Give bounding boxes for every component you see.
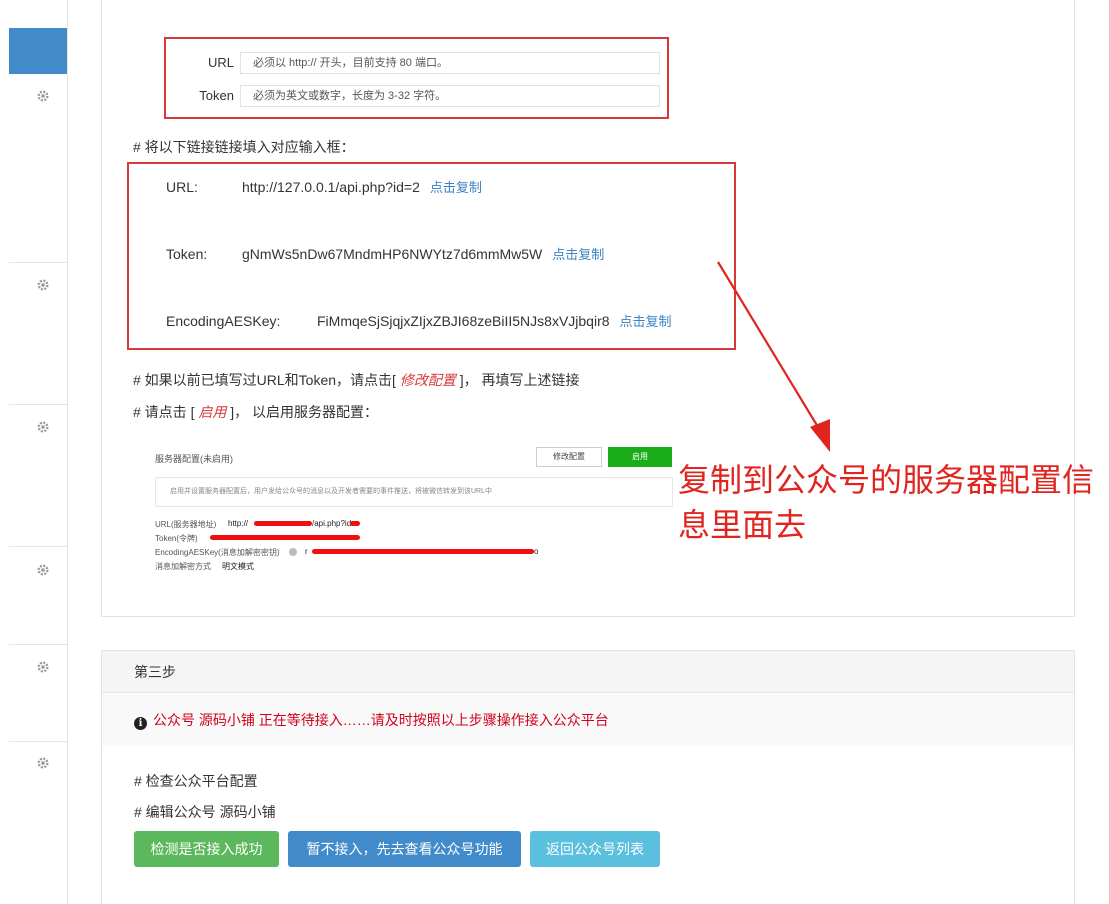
server-url-prefix: http:// <box>228 519 249 528</box>
aes-link-key: EncodingAESKey: <box>166 313 281 329</box>
sidebar-divider <box>9 741 67 742</box>
token-label: Token <box>199 88 234 103</box>
server-token-label: Token(令牌) <box>155 534 198 543</box>
gear-icon[interactable] <box>36 660 50 674</box>
server-config-screenshot: 服务器配置(未启用) 修改配置 启用 启用并设置服务器配置后，用户发给公众号的消… <box>150 440 680 580</box>
redacted-mark <box>350 521 360 526</box>
aes-link-value: FiMmqeSjSjqjxZIjxZBJI68zeBiII5NJs8xVJjbq… <box>317 313 610 329</box>
server-url-label: URL(服务器地址) <box>155 520 217 529</box>
step3-alert-text: 公众号 源码小铺 正在等待接入……请及时按照以上步骤操作接入公众平台 <box>153 712 609 728</box>
server-config-title: 服务器配置(未启用) <box>155 454 233 464</box>
server-aes-label: EncodingAESKey(消息加解密密钥) <box>155 548 280 557</box>
sidebar-divider <box>9 644 67 645</box>
info-icon: i <box>134 717 147 730</box>
back-to-list-button[interactable]: 返回公众号列表 <box>530 831 660 867</box>
links-highlight: URL: http://127.0.0.1/api.php?id=2 点击复制 To… <box>127 162 736 350</box>
url-label: URL <box>207 55 234 70</box>
gear-icon[interactable] <box>36 756 50 770</box>
server-mode-value: 明文模式 <box>222 562 254 571</box>
step3-panel: 第三步 i 公众号 源码小铺 正在等待接入……请及时按照以上步骤操作接入公众平台 … <box>101 650 1075 904</box>
sidebar-divider <box>9 546 67 547</box>
server-aes-suffix: o <box>534 547 539 556</box>
modify-config-instruction: # 如果以前已填写过URL和Token，请点击[ 修改配置 ]， 再填写上述链接 <box>133 372 580 388</box>
token-form-row: Token 必须为英文或数字，长度为 3-32 字符。 <box>166 85 667 107</box>
token-link-key: Token: <box>166 246 208 262</box>
gear-icon[interactable] <box>36 563 50 577</box>
sidebar-divider <box>9 404 67 405</box>
redacted-mark <box>210 535 360 540</box>
step3-alert: i 公众号 源码小铺 正在等待接入……请及时按照以上步骤操作接入公众平台 <box>102 694 1074 746</box>
skip-connection-button[interactable]: 暂不接入，先去查看公众号功能 <box>288 831 521 867</box>
enable-config-link[interactable]: 启用 <box>198 404 226 420</box>
token-input[interactable]: 必须为英文或数字，长度为 3-32 字符。 <box>240 85 660 107</box>
token-link-row: Token: gNmWs5nDw67MndmHP6NWYtz7d6mmMw5W 点击… <box>166 244 604 263</box>
gear-icon[interactable] <box>36 420 50 434</box>
gear-icon[interactable] <box>36 89 50 103</box>
sidebar-divider <box>9 262 67 263</box>
edit-account-line: # 编辑公众号 源码小铺 <box>134 804 276 820</box>
modify-config-button: 修改配置 <box>536 447 602 467</box>
url-form-row: URL 必须以 http:// 开头，目前支持 80 端口。 <box>166 52 667 74</box>
form-preview-highlight: URL 必须以 http:// 开头，目前支持 80 端口。 Token 必须为… <box>164 37 669 119</box>
check-connection-button[interactable]: 检测是否接入成功 <box>134 831 279 867</box>
gear-icon[interactable] <box>36 278 50 292</box>
sidebar <box>0 0 68 904</box>
server-config-note: 启用并设置服务器配置后，用户发给公众号的消息以及开发者需要的事件推送，将被微信转… <box>155 477 673 507</box>
modify-config-link[interactable]: 修改配置 <box>400 372 456 388</box>
enable-config-instruction: # 请点击 [ 启用 ]， 以启用服务器配置： <box>133 404 379 420</box>
fill-links-instruction: # 将以下链接链接填入对应输入框： <box>133 139 355 155</box>
url-link-value: http://127.0.0.1/api.php?id=2 <box>242 179 420 195</box>
step3-title: 第三步 <box>102 651 1074 693</box>
url-link-row: URL: http://127.0.0.1/api.php?id=2 点击复制 <box>166 177 482 196</box>
help-icon <box>289 548 297 556</box>
annotation-text: 复制到公众号的服务器配置信息里面去 <box>678 461 1095 544</box>
url-link-key: URL: <box>166 179 198 195</box>
url-input[interactable]: 必须以 http:// 开头，目前支持 80 端口。 <box>240 52 660 74</box>
enable-button: 启用 <box>608 447 672 467</box>
redacted-mark <box>254 521 312 526</box>
copy-aes-link[interactable]: 点击复制 <box>620 314 672 329</box>
server-mode-label: 消息加解密方式 <box>155 562 211 571</box>
server-aes-prefix: r <box>305 547 308 556</box>
sidebar-active-item[interactable] <box>9 28 67 74</box>
check-config-line: # 检查公众平台配置 <box>134 773 258 789</box>
copy-token-link[interactable]: 点击复制 <box>552 247 604 262</box>
redacted-mark <box>312 549 534 554</box>
aes-link-row: EncodingAESKey: FiMmqeSjSjqjxZIjxZBJI68ze… <box>166 311 672 330</box>
token-link-value: gNmWs5nDw67MndmHP6NWYtz7d6mmMw5W <box>242 246 543 262</box>
copy-url-link[interactable]: 点击复制 <box>430 180 482 195</box>
